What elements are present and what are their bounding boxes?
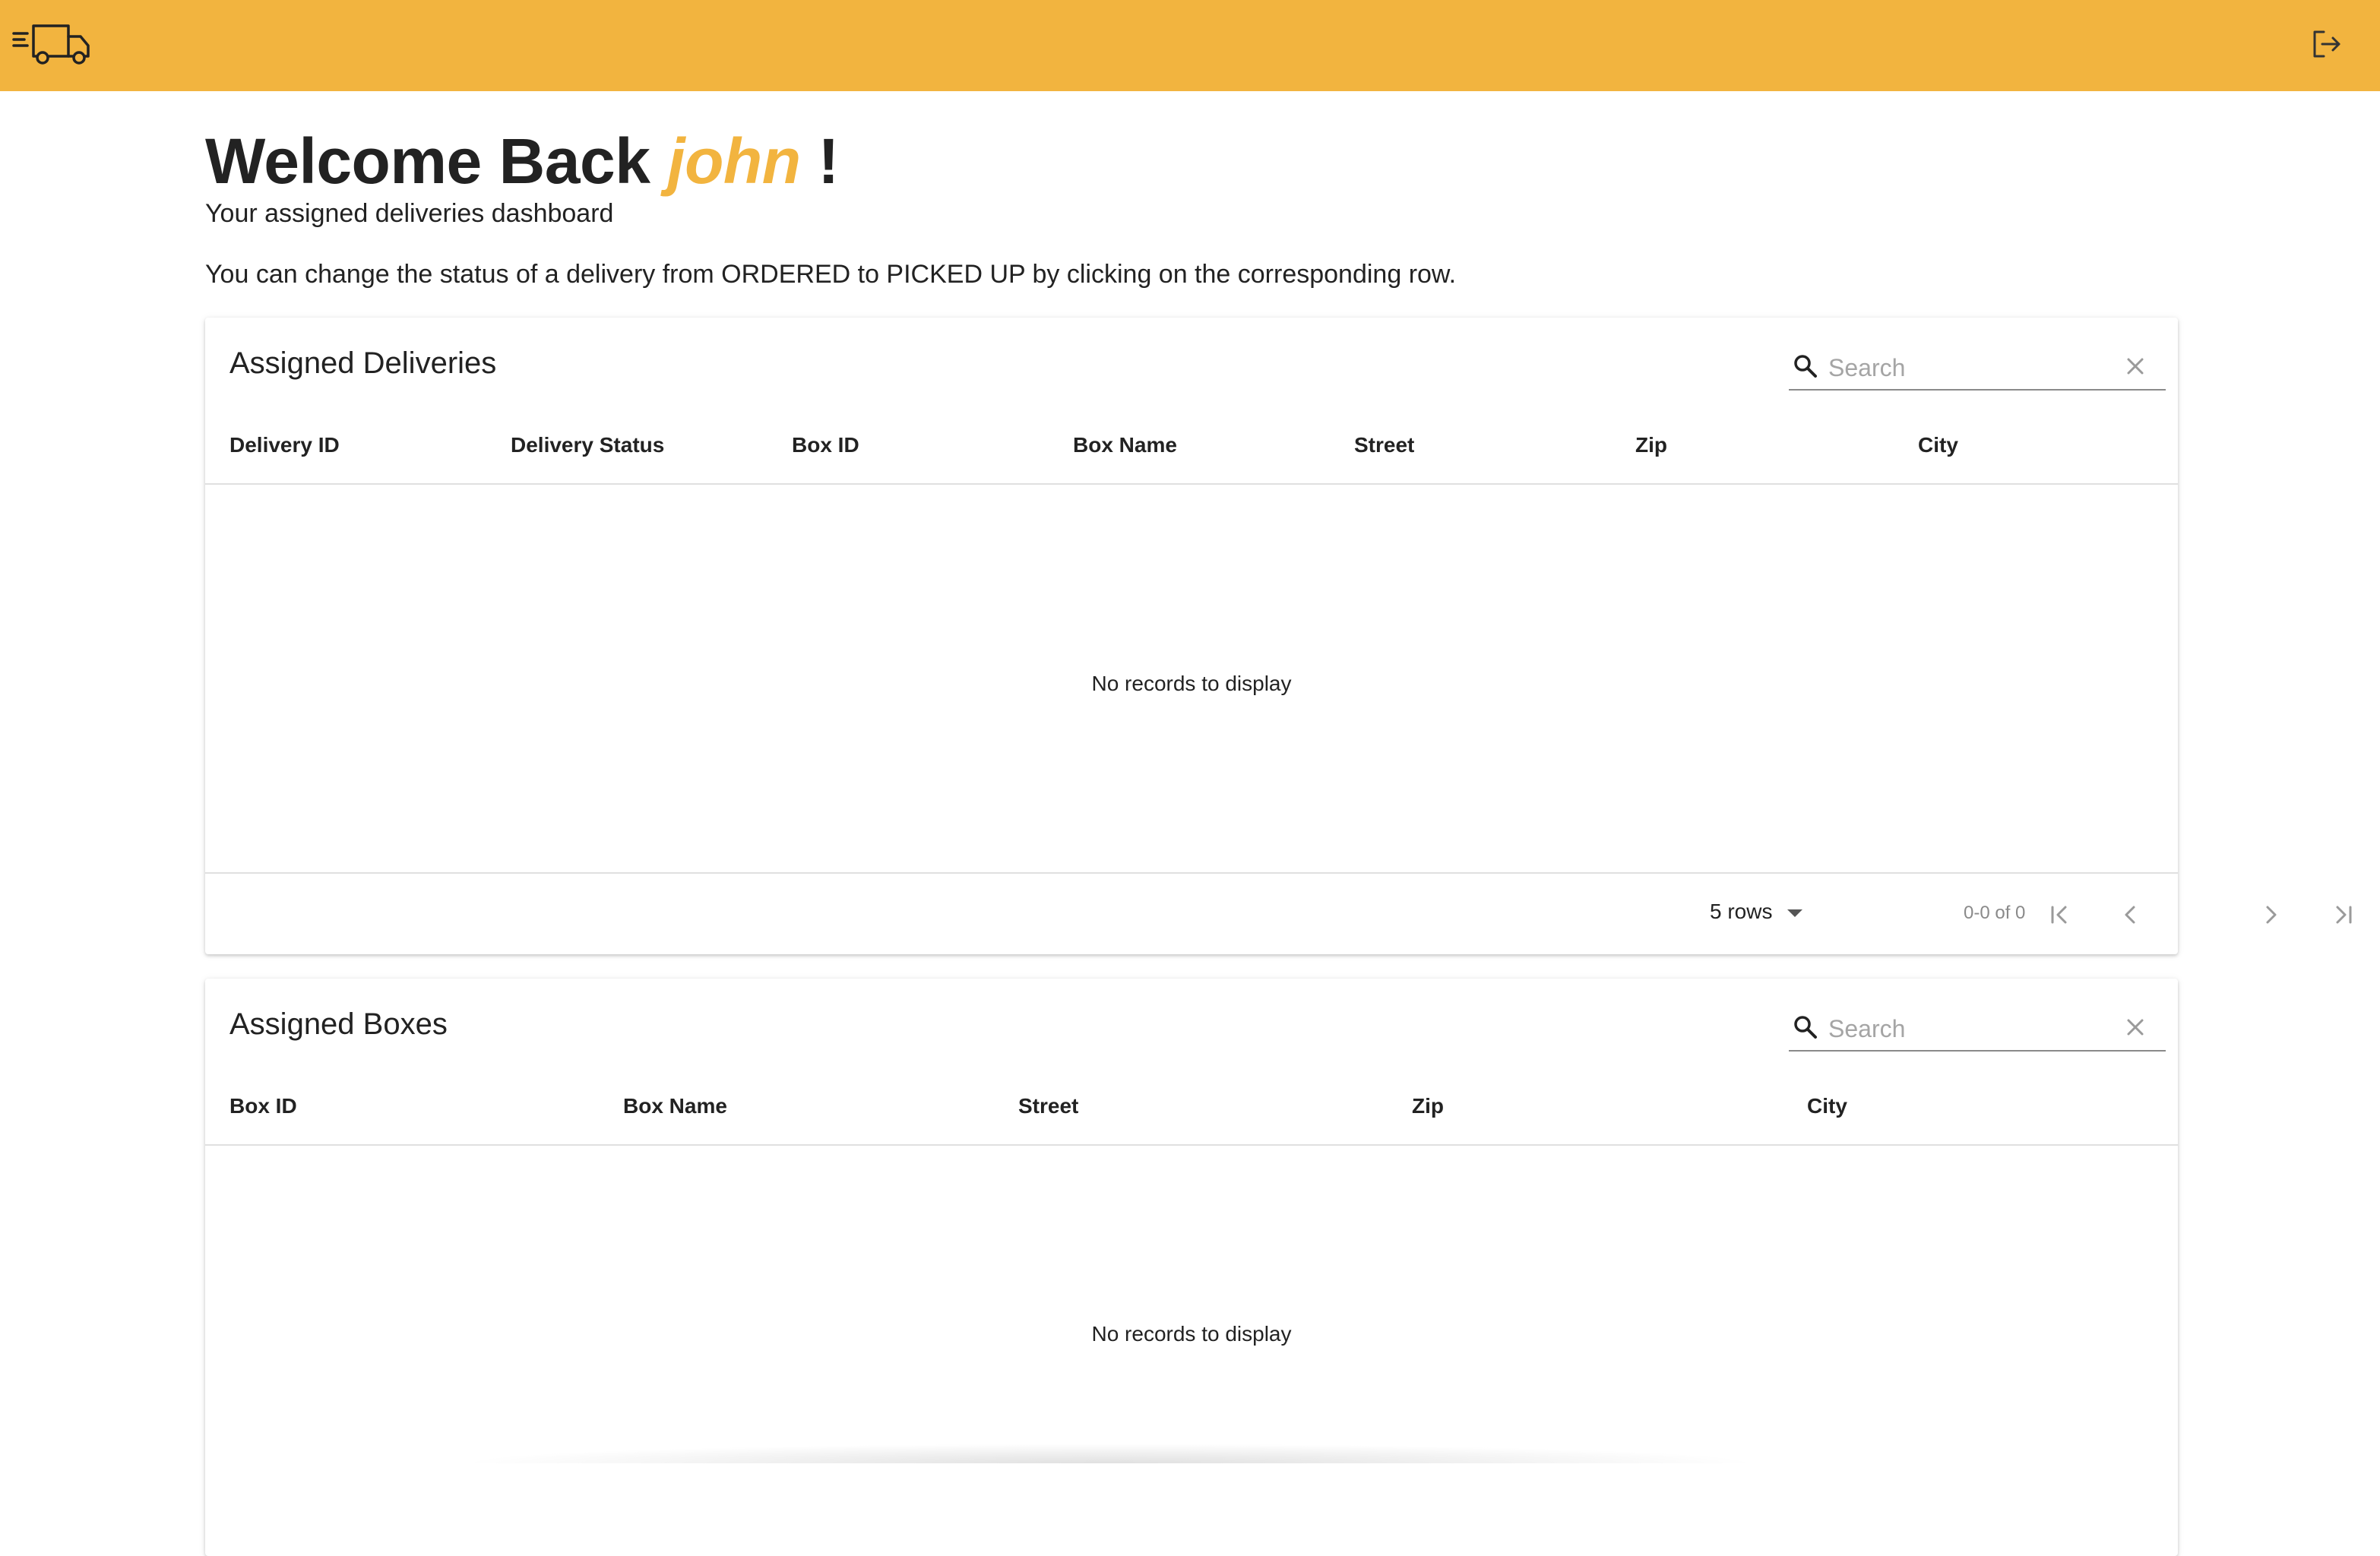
app-header [0,0,2380,91]
page-title: Welcome Back john ! [205,125,839,201]
column-header[interactable]: Box Name [1073,433,1177,457]
welcome-suffix: ! [800,125,839,197]
assigned-boxes-table: Assigned Boxes Box ID Box Name Street Zi… [205,979,2178,1556]
dropdown-arrow-icon [1787,909,1803,917]
boxes-search [1789,1006,2166,1052]
table-title: Assigned Deliveries [229,346,497,380]
column-header[interactable]: Street [1354,433,1414,457]
column-header[interactable]: City [1918,433,1958,457]
rows-per-page-select[interactable]: 5 rows [1710,900,1803,930]
pagination-bar: 5 rows 0-0 of 0 [205,872,2352,954]
search-icon [1794,355,1817,378]
clear-icon[interactable] [2123,354,2147,378]
page-subtitle: Your assigned deliveries dashboard [205,199,614,228]
rows-per-page-value: 5 rows [1710,900,1773,923]
table-header: Box ID Box Name Street Zip City [205,1070,2178,1146]
column-header[interactable]: Delivery ID [229,433,340,457]
delivery-truck-icon[interactable] [12,23,94,65]
logout-icon[interactable] [2310,27,2344,61]
column-header[interactable]: Box ID [229,1094,297,1118]
deliveries-search [1789,345,2166,391]
previous-page-icon[interactable] [2117,901,2144,928]
column-header[interactable]: Street [1018,1094,1078,1118]
username: john [667,125,801,197]
column-header[interactable]: Delivery Status [511,433,664,457]
table-title: Assigned Boxes [229,1007,448,1041]
clear-icon[interactable] [2123,1015,2147,1039]
next-page-icon[interactable] [2257,901,2284,928]
column-header[interactable]: Zip [1412,1094,1444,1118]
table-header: Delivery ID Delivery Status Box ID Box N… [205,409,2178,485]
empty-message: No records to display [1091,672,1292,695]
page-range: 0-0 of 0 [1964,903,2026,923]
column-header[interactable]: City [1807,1094,1847,1118]
bottom-shadow [456,1444,1763,1463]
search-input[interactable] [1828,1012,2102,1045]
search-icon [1794,1016,1817,1039]
info-text: You can change the status of a delivery … [205,260,1457,289]
column-header[interactable]: Zip [1635,433,1667,457]
column-header[interactable]: Box ID [792,433,859,457]
empty-message: No records to display [1091,1322,1292,1346]
first-page-icon[interactable] [2046,901,2073,928]
column-header[interactable]: Box Name [623,1094,727,1118]
last-page-icon[interactable] [2330,901,2357,928]
assigned-deliveries-table: Assigned Deliveries Delivery ID Delivery… [205,318,2352,954]
welcome-prefix: Welcome Back [205,125,668,197]
search-input[interactable] [1828,351,2102,384]
